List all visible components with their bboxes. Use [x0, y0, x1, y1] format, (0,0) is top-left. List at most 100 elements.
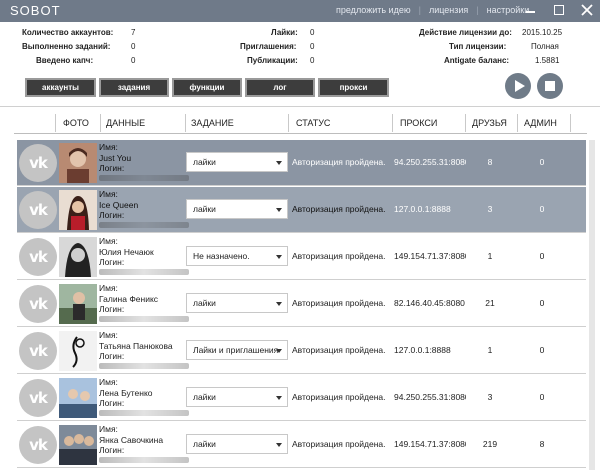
captcha-count-label: Введено капч:: [36, 56, 94, 65]
accounts-count-label: Количество аккаунтов:: [22, 28, 114, 37]
name-label: Имя:: [99, 283, 118, 293]
login-label: Логин:: [99, 351, 125, 361]
status-text: Авторизация пройдена.: [292, 157, 386, 167]
column-header-task: ЗАДАНИЕ: [191, 118, 234, 128]
tab-accounts[interactable]: аккаунты: [25, 78, 96, 97]
suggest-idea-link[interactable]: предложить идею: [336, 5, 411, 15]
table-row[interactable]: vk Имя: Ice Queen Логин: лайки Авторизац…: [17, 187, 586, 233]
table-row[interactable]: vk Имя: Татьяна Панюкова Логин: Лайки и …: [17, 328, 586, 374]
friends-count: 1: [487, 251, 493, 261]
tasks-done-label: Выполненно заданий:: [22, 42, 111, 51]
account-info: Имя: Лена Бутенко Логин:: [99, 377, 191, 416]
title-links: предложить идею | лицензия | настройки: [336, 5, 529, 15]
tab-tasks[interactable]: задания: [99, 78, 169, 97]
proxy-value: 82.146.40.45:8080: [394, 298, 465, 308]
login-label: Логин:: [99, 210, 125, 220]
stop-button[interactable]: [537, 73, 563, 99]
vk-logo-icon: vk: [19, 379, 57, 417]
avatar: [59, 284, 97, 324]
column-header-friends: ДРУЗЬЯ: [472, 118, 507, 128]
license-link[interactable]: лицензия: [429, 5, 468, 15]
status-text: Авторизация пройдена.: [292, 392, 386, 402]
status-text: Авторизация пройдена.: [292, 204, 386, 214]
proxy-value: 149.154.71.37:8080: [394, 439, 466, 449]
close-icon[interactable]: [580, 2, 594, 18]
column-header-data: ДАННЫЕ: [106, 118, 146, 128]
account-name: Just You: [99, 152, 132, 163]
vk-logo-icon: vk: [19, 332, 57, 370]
account-name: Лена Бутенко: [99, 387, 153, 398]
settings-link[interactable]: настройки: [487, 5, 530, 15]
task-select[interactable]: лайки: [186, 199, 288, 219]
login-label: Логин:: [99, 163, 125, 173]
friends-count: 1: [487, 345, 493, 355]
task-select[interactable]: Лайки и приглашения: [186, 340, 288, 360]
column-separator: [570, 114, 571, 132]
login-label: Логин:: [99, 398, 125, 408]
task-select[interactable]: Не назначено.: [186, 246, 288, 266]
column-header-admin: АДМИН: [524, 118, 557, 128]
login-value-blurred: [99, 315, 189, 322]
account-info: Имя: Just You Логин:: [99, 142, 191, 181]
name-label: Имя:: [99, 424, 118, 434]
captcha-count-value: 0: [131, 56, 136, 65]
table-row[interactable]: vk Имя: Лена Бутенко Логин: лайки Автори…: [17, 375, 586, 421]
separator: |: [476, 5, 479, 15]
table-row[interactable]: vk Имя: Галина Феникс Логин: лайки Автор…: [17, 281, 586, 327]
friends-count: 219: [482, 439, 498, 449]
header-underline: [14, 133, 587, 134]
accounts-count-value: 7: [131, 28, 136, 37]
window-controls: [524, 2, 594, 18]
app-title: SOBOT: [10, 3, 61, 18]
status-text: Авторизация пройдена.: [292, 298, 386, 308]
proxy-value: 94.250.255.31:8080: [394, 392, 466, 402]
play-button[interactable]: [505, 73, 531, 99]
minimize-icon[interactable]: [524, 2, 538, 18]
vertical-scrollbar[interactable]: [589, 140, 595, 470]
login-label: Логин:: [99, 304, 125, 314]
license-type-value: Полная: [531, 42, 559, 51]
status-text: Авторизация пройдена.: [292, 345, 386, 355]
name-label: Имя:: [99, 330, 118, 340]
tab-proxy[interactable]: прокси: [318, 78, 389, 97]
title-bar: SOBOT предложить идею | лицензия | настр…: [0, 0, 600, 22]
likes-value: 0: [310, 28, 315, 37]
column-separator: [465, 114, 466, 132]
friends-count: 8: [487, 157, 493, 167]
likes-label: Лайки:: [271, 28, 298, 37]
dropdown-arrow-icon: [276, 208, 282, 212]
table-row[interactable]: vk Имя: Юлия Нечаюк Логин: Не назначено.…: [17, 234, 586, 280]
proxy-value: 94.250.255.31:8080: [394, 157, 466, 167]
tab-functions[interactable]: функции: [172, 78, 242, 97]
avatar: [59, 143, 97, 183]
login-label: Логин:: [99, 445, 125, 455]
friends-count: 3: [487, 204, 493, 214]
friends-count: 3: [487, 392, 493, 402]
account-info: Имя: Ice Queen Логин:: [99, 189, 191, 228]
avatar: [59, 378, 97, 418]
table-row[interactable]: vk Имя: Just You Логин: лайки Авторизаци…: [17, 140, 586, 186]
login-value-blurred: [99, 268, 189, 275]
license-type-label: Тип лицензии:: [449, 42, 507, 51]
account-info: Имя: Татьяна Панюкова Логин:: [99, 330, 191, 369]
maximize-icon[interactable]: [552, 2, 566, 18]
tab-log[interactable]: лог: [245, 78, 315, 97]
task-select[interactable]: лайки: [186, 293, 288, 313]
task-select[interactable]: лайки: [186, 387, 288, 407]
account-name: Юлия Нечаюк: [99, 246, 154, 257]
table-row[interactable]: vk Имя: Янка Савочкина Логин: лайки Авто…: [17, 422, 586, 468]
invites-value: 0: [310, 42, 315, 51]
license-until-value: 2015.10.25: [522, 28, 563, 37]
vk-logo-icon: vk: [19, 238, 57, 276]
account-name: Галина Феникс: [99, 293, 159, 304]
avatar: [59, 425, 97, 465]
vk-logo-icon: vk: [19, 285, 57, 323]
task-select[interactable]: лайки: [186, 152, 288, 172]
admin-count: 0: [539, 251, 545, 261]
name-label: Имя:: [99, 189, 118, 199]
column-separator: [185, 114, 186, 132]
dropdown-arrow-icon: [276, 396, 282, 400]
task-select[interactable]: лайки: [186, 434, 288, 454]
vk-logo-icon: vk: [19, 191, 57, 229]
posts-value: 0: [310, 56, 315, 65]
